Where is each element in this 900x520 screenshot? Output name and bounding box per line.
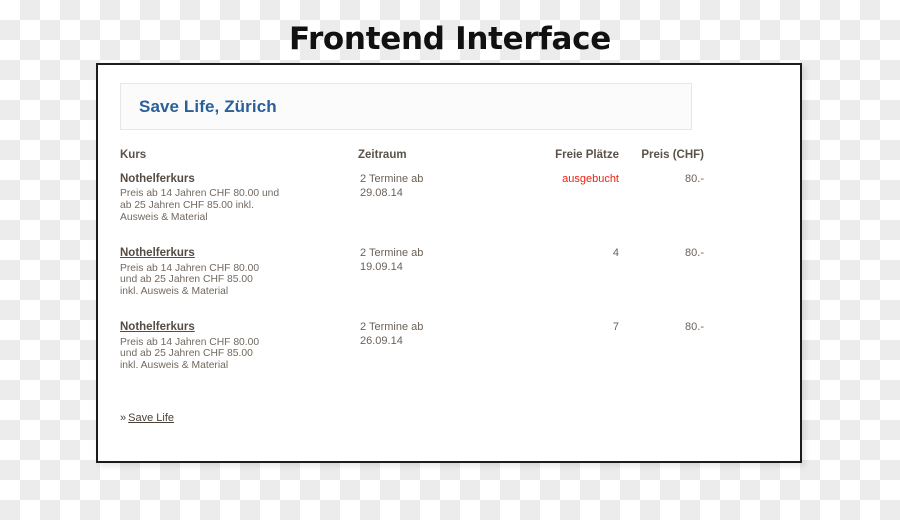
cell-freie-plaetze: 7 [612, 321, 619, 334]
course-description: Preis ab 14 Jahren CHF 80.00 und ab 25 J… [120, 337, 358, 372]
table-row: Nothelferkurs Preis ab 14 Jahren CHF 80.… [120, 247, 708, 321]
cell-preis: 80.- [685, 247, 704, 260]
page-title: Frontend Interface [289, 21, 611, 57]
column-header-zeitraum: Zeitraum [358, 149, 407, 161]
course-table-body: Nothelferkurs Preis ab 14 Jahren CHF 80.… [120, 173, 708, 396]
course-name-link[interactable]: Nothelferkurs [120, 321, 195, 333]
course-description-line: inkl. Ausweis & Material [120, 359, 229, 371]
cell-freie-plaetze: ausgebucht [562, 173, 619, 185]
zeitraum-line: 2 Termine ab [360, 173, 424, 185]
column-header-preis: Preis (CHF) [641, 149, 704, 161]
course-table-head: Kurs Zeitraum Freie Plätze Preis (CHF) [120, 149, 708, 173]
screenshot-stage: Frontend Interface Save Life, Zürich Kur… [0, 0, 900, 520]
zeitraum-date: 29.08.14 [360, 186, 403, 199]
cell-freie-plaetze: 4 [612, 247, 619, 260]
frame-content: Save Life, Zürich Kurs Zeitraum Freie Pl… [98, 65, 800, 461]
site-header: Save Life, Zürich [120, 83, 692, 130]
cell-zeitraum: 2 Termine ab 26.09.14 [358, 321, 513, 395]
course-description-line: Preis ab 14 Jahren CHF 80.00 [120, 262, 260, 274]
course-table: Kurs Zeitraum Freie Plätze Preis (CHF) N… [120, 149, 708, 396]
footer-link-save-life[interactable]: Save Life [128, 412, 174, 424]
table-row: Nothelferkurs Preis ab 14 Jahren CHF 80.… [120, 321, 708, 395]
course-description: Preis ab 14 Jahren CHF 80.00 und ab 25 J… [120, 263, 358, 298]
column-header-freie-plaetze: Freie Plätze [555, 149, 619, 161]
site-title: Save Life, Zürich [139, 96, 277, 116]
zeitraum-line: 2 Termine ab [360, 247, 424, 260]
zeitraum-date: 19.09.14 [360, 260, 403, 273]
course-description-line: ab 25 Jahren CHF 85.00 inkl. [120, 200, 254, 211]
course-description-line: Preis ab 14 Jahren CHF 80.00 und [120, 188, 280, 200]
cell-kurs: Nothelferkurs Preis ab 14 Jahren CHF 80.… [120, 247, 358, 321]
course-description-line: Preis ab 14 Jahren CHF 80.00 [120, 336, 260, 348]
course-description-line: und ab 25 Jahren CHF 85.00 [120, 348, 253, 360]
column-header-kurs: Kurs [120, 149, 147, 161]
course-name-link[interactable]: Nothelferkurs [120, 247, 195, 259]
zeitraum-date: 26.09.14 [360, 334, 403, 347]
course-description-line: inkl. Ausweis & Material [120, 285, 229, 297]
course-description: Preis ab 14 Jahren CHF 80.00 und ab 25 J… [120, 188, 358, 223]
cell-zeitraum: 2 Termine ab 19.09.14 [358, 247, 513, 321]
cell-preis: 80.- [685, 173, 704, 185]
table-header-row: Kurs Zeitraum Freie Plätze Preis (CHF) [120, 149, 708, 173]
cell-kurs: Nothelferkurs Preis ab 14 Jahren CHF 80.… [120, 321, 358, 395]
cell-kurs: Nothelferkurs Preis ab 14 Jahren CHF 80.… [120, 173, 358, 247]
course-description-line: und ab 25 Jahren CHF 85.00 [120, 274, 253, 286]
footer: » Save Life [120, 412, 778, 424]
cell-zeitraum: 2 Termine ab 29.08.14 [358, 173, 513, 247]
zeitraum-line: 2 Termine ab [360, 321, 424, 334]
guillemet-icon: » [120, 411, 127, 424]
table-row: Nothelferkurs Preis ab 14 Jahren CHF 80.… [120, 173, 708, 247]
course-description-line: Ausweis & Material [120, 211, 208, 223]
cell-preis: 80.- [685, 321, 704, 334]
frontend-frame: Save Life, Zürich Kurs Zeitraum Freie Pl… [96, 63, 802, 463]
course-name: Nothelferkurs [120, 173, 195, 185]
